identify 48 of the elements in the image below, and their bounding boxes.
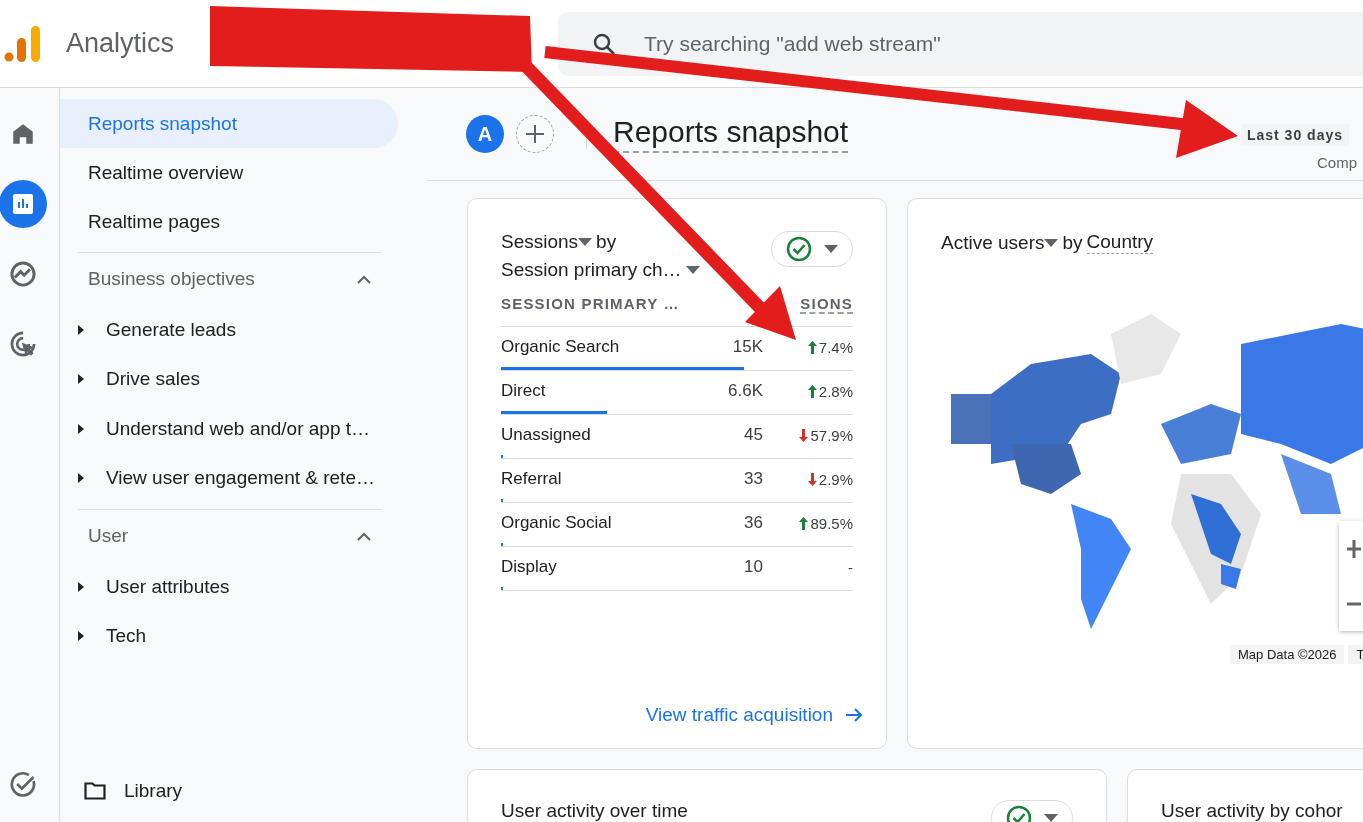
table-cell-text: Referral: [501, 469, 563, 489]
section-title[interactable]: User: [88, 525, 129, 547]
table-cell-text: Unassigned: [501, 425, 592, 445]
column-header: SESSION PRIMARY …: [501, 295, 680, 314]
dimension-selector[interactable]: Country: [1086, 231, 1154, 254]
search-field[interactable]: Try searching "add web stream": [558, 11, 1363, 76]
nav-item[interactable]: Tech: [106, 625, 147, 648]
view-traffic-link[interactable]: View traffic acquisition: [645, 704, 863, 726]
nav-item[interactable]: Library: [124, 780, 183, 802]
compare-text: Comp: [1317, 153, 1357, 171]
change-cell: 57.9%: [763, 426, 853, 444]
table-cell-text: 6.6K: [727, 381, 763, 401]
dimension-selector[interactable]: Session primary ch…: [501, 259, 682, 281]
table-cell-text: Direct: [501, 381, 547, 401]
date-range-label[interactable]: Last 30 days: [1240, 123, 1349, 146]
nav-item[interactable]: Reports snapshot: [60, 99, 398, 148]
table-cell-text: Display: [501, 557, 558, 577]
change-cell: 2.9%: [763, 470, 853, 488]
page-title: Reports snapshot: [613, 115, 849, 153]
nav-item[interactable]: Drive sales: [106, 368, 200, 391]
column-header[interactable]: SIONS: [800, 295, 853, 314]
change-cell: 2.8%: [763, 382, 853, 400]
nav-item[interactable]: Understand web and/or app t…: [106, 417, 371, 440]
change-cell: 7.4%: [763, 338, 853, 356]
table-cell-text: 10: [743, 557, 763, 577]
card-title-text: by: [596, 231, 617, 253]
change-cell-text: -: [847, 558, 853, 576]
table-cell-text: Organic Social: [501, 513, 613, 533]
avatar[interactable]: A: [466, 115, 504, 153]
table-cell-text: 36: [743, 513, 763, 533]
map-attribution: Map Data ©2026: [1230, 645, 1345, 664]
table-cell-text: 15K: [731, 337, 763, 357]
card-title-text: by: [1062, 231, 1083, 254]
app-name: Analytics: [66, 28, 175, 59]
nav-item[interactable]: User attributes: [106, 575, 230, 598]
table-cell-text: 33: [743, 469, 763, 489]
nav-item[interactable]: Realtime overview: [60, 148, 398, 197]
section-title[interactable]: Business objectives: [88, 268, 255, 290]
metric-selector[interactable]: Sessions: [501, 231, 579, 253]
nav-item[interactable]: Realtime pages: [60, 197, 398, 246]
change-cell: 89.5%: [763, 514, 853, 532]
card-title: User activity over time: [501, 800, 688, 822]
table-cell-text: Organic Search: [501, 337, 621, 357]
table-cell-text: 45: [743, 425, 763, 445]
metric-selector[interactable]: Active users: [941, 231, 1045, 254]
nav-item[interactable]: Generate leads: [106, 318, 236, 341]
card-title: User activity by cohor: [1161, 800, 1343, 822]
nav-item[interactable]: View user engagement & rete…: [106, 467, 375, 490]
